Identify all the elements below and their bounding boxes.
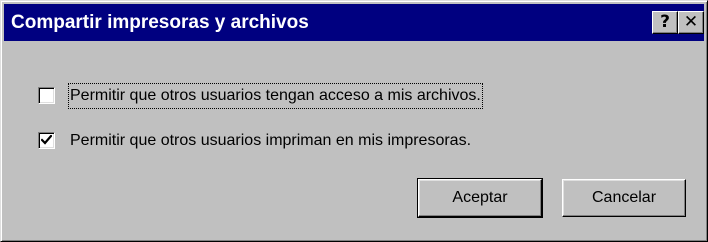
close-icon: ✕ [683,12,699,32]
cancel-button[interactable]: Cancelar [562,179,686,217]
file-sharing-checkbox[interactable] [38,87,55,104]
dialog-title: Compartir impresoras y archivos [11,12,309,33]
printer-sharing-checkbox[interactable] [38,132,55,149]
checkmark-icon [41,135,52,145]
help-icon: ? [660,12,670,32]
dialog-window: Compartir impresoras y archivos ? ✕ Perm… [0,0,708,242]
printer-sharing-label[interactable]: Permitir que otros usuarios impriman en … [70,130,471,152]
close-button[interactable]: ✕ [678,11,704,34]
file-sharing-label[interactable]: Permitir que otros usuarios tengan acces… [68,83,483,109]
help-button[interactable]: ? [652,11,678,34]
title-bar[interactable]: Compartir impresoras y archivos ? ✕ [4,4,704,41]
ok-button[interactable]: Aceptar [417,178,543,218]
